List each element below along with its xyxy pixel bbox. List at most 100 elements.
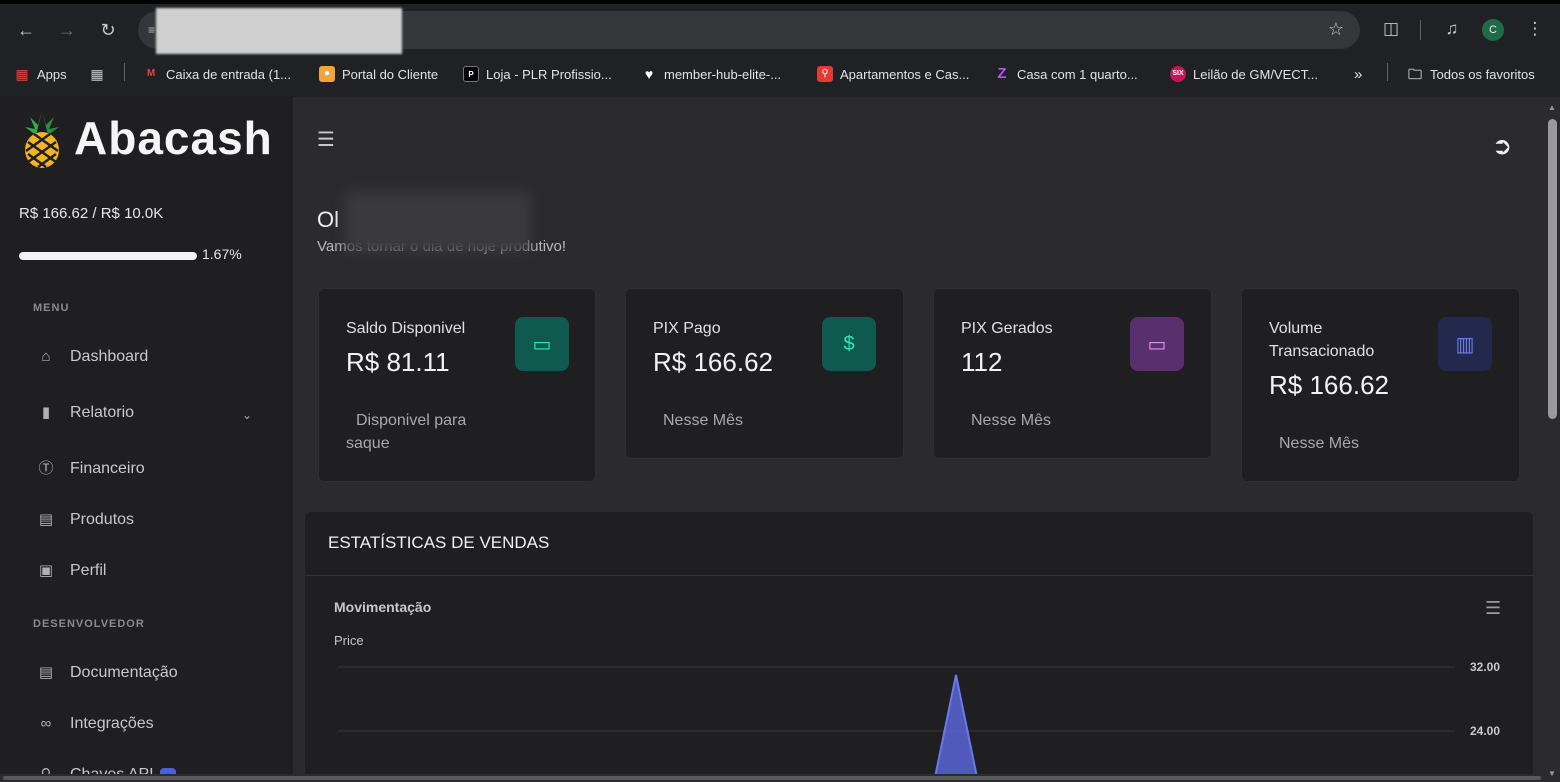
horizontal-scrollbar[interactable]	[0, 774, 1545, 782]
address-bar[interactable]: ≡ ☆	[138, 8, 1360, 54]
card-pix-gerados: PIX Gerados 112 Nesse Mês ▭	[933, 288, 1212, 459]
bookmark-star-icon[interactable]: ☆	[1328, 19, 1344, 40]
redacted-username	[345, 192, 530, 252]
section-menu-label: MENU	[33, 302, 70, 314]
sidebar-item-relatorio[interactable]: ▮ Relatorio	[36, 403, 134, 423]
sidebar-item-perfil[interactable]: ▣ Perfil	[36, 561, 107, 581]
sidebar-item-integracoes[interactable]: ∞ Integrações	[36, 714, 154, 734]
key-icon: ⚲	[817, 66, 833, 82]
bookmark-label: Apartamentos e Cas...	[840, 66, 970, 82]
all-favorites-button[interactable]: 🗀 Todos os favoritos	[1407, 64, 1535, 84]
scroll-down-icon[interactable]: ▼	[1548, 769, 1556, 778]
redacted-url	[156, 8, 402, 54]
media-control-icon[interactable]: ♫	[1440, 17, 1464, 41]
forward-icon[interactable]: →	[54, 17, 80, 43]
bookmark-apps[interactable]: ▦ Apps	[14, 64, 66, 84]
card-value: R$ 81.11	[346, 347, 450, 377]
limit-progress-label: 1.67%	[202, 246, 242, 262]
reload-icon[interactable]: ↻	[95, 17, 121, 43]
chart-area-peak[interactable]	[932, 674, 980, 782]
bookmark-casa[interactable]: Z Casa com 1 quarto...	[994, 64, 1138, 84]
sidebar-item-documentacao[interactable]: ▤ Documentação	[36, 663, 178, 683]
card-subtitle: Nesse Mês	[971, 412, 1052, 429]
scroll-up-icon[interactable]: ▲	[1548, 103, 1556, 112]
horizontal-scroll-thumb[interactable]	[3, 776, 1541, 780]
vertical-scrollbar[interactable]: ▲ ▼	[1545, 97, 1560, 782]
loja-icon: P	[463, 66, 479, 82]
bookmark-separator	[124, 63, 125, 81]
bookmark-app-grid[interactable]: ▦	[89, 64, 112, 84]
dollar-icon: Ⓣ	[38, 460, 54, 477]
heart-icon: ♥	[644, 66, 654, 82]
profile-avatar[interactable]: C	[1482, 19, 1504, 41]
wallet-icon: ▭	[1130, 317, 1184, 371]
chart-y-tick-label: 32.00	[1470, 660, 1500, 674]
more-bookmarks-button[interactable]: »	[1354, 64, 1362, 84]
profile-icon: ▣	[38, 562, 54, 579]
chart-icon: ▮	[41, 404, 51, 421]
card-title: Saldo Disponivel	[346, 320, 466, 337]
bookmark-label: Caixa de entrada (1...	[166, 66, 292, 82]
gmail-icon: M	[146, 68, 156, 79]
sidebar-item-financeiro[interactable]: Ⓣ Financeiro	[36, 459, 145, 479]
sidebar-item-label: Perfil	[70, 562, 107, 579]
card-subtitle: Nesse Mês	[663, 412, 744, 429]
chart-title: Movimentação	[334, 599, 432, 615]
leilao-icon: SIX	[1170, 66, 1186, 82]
brand-name: Abacash	[74, 112, 273, 164]
pineapple-icon	[25, 111, 59, 169]
grid-icon: ▦	[90, 66, 104, 82]
back-icon[interactable]: ←	[13, 17, 39, 43]
bookmark-label: Leilão de GM/VECT...	[1193, 66, 1318, 82]
sidebar-item-label: Dashboard	[70, 348, 149, 365]
all-favorites-label: Todos os favoritos	[1430, 66, 1535, 82]
bookmark-member-hub[interactable]: ♥ member-hub-elite-...	[641, 64, 781, 84]
card-title: PIX Pago	[653, 320, 721, 337]
bookmark-gmail[interactable]: M Caixa de entrada (1...	[143, 64, 291, 84]
sidebar-item-label: Relatorio	[70, 404, 135, 421]
folder-icon: 🗀	[1408, 66, 1422, 82]
bookmarks-bar: ▦ Apps ▦ M Caixa de entrada (1... ● Port…	[0, 58, 1560, 88]
chart-y-tick-label: 24.00	[1470, 724, 1500, 738]
limit-progress-bar	[19, 252, 197, 260]
portal-icon: ●	[319, 66, 335, 82]
zap-icon: Z	[997, 65, 1007, 82]
card-value: R$ 166.62	[1269, 370, 1389, 400]
card-volume-transacionado: Volume Transacionado R$ 166.62 Nesse Mês…	[1241, 288, 1520, 482]
greeting-title: Ol	[317, 207, 339, 232]
apps-grid-icon: ▦	[15, 66, 29, 82]
stats-title: ESTATÍSTICAS DE VENDAS	[328, 533, 550, 552]
top-border	[0, 0, 1560, 4]
sidebar-item-label: Produtos	[70, 511, 135, 528]
bookmark-separator	[1387, 63, 1388, 81]
sidebar-item-label: Financeiro	[70, 460, 145, 477]
chevron-down-icon[interactable]: ⌄	[242, 408, 252, 422]
product-icon: ▤	[38, 511, 54, 528]
sidebar-item-produtos[interactable]: ▤ Produtos	[36, 510, 134, 530]
balance-limit-text: R$ 166.62 / R$ 10.0K	[19, 205, 164, 222]
dollar-icon: $	[822, 317, 876, 371]
menu-toggle-icon[interactable]: ☰	[317, 127, 335, 152]
extensions-icon[interactable]: ◫	[1379, 17, 1403, 41]
bookmark-apartamentos[interactable]: ⚲ Apartamentos e Cas...	[817, 64, 969, 84]
card-saldo-disponivel: Saldo Disponivel R$ 81.11 Disponivel par…	[318, 288, 596, 482]
chart-menu-icon[interactable]: ☰	[1485, 598, 1501, 619]
browser-menu-icon[interactable]: ⋮	[1523, 17, 1547, 41]
card-pix-pago: PIX Pago R$ 166.62 Nesse Mês $	[625, 288, 904, 459]
card-subtitle: Nesse Mês	[1279, 435, 1360, 452]
wallet-icon: ▭	[515, 317, 569, 371]
bookmark-portal[interactable]: ● Portal do Cliente	[319, 64, 438, 84]
bookmark-loja[interactable]: P Loja - PLR Profissio...	[463, 64, 612, 84]
sidebar-item-dashboard[interactable]: ⌂ Dashboard	[36, 347, 148, 367]
limit-progress-fill	[19, 252, 197, 260]
card-value: R$ 166.62	[653, 347, 773, 377]
brand-logo[interactable]: Abacash	[20, 107, 273, 169]
logout-icon[interactable]: ➲	[1492, 132, 1512, 161]
bar-chart-icon: ▥	[1438, 317, 1492, 371]
sales-statistics-panel: ESTATÍSTICAS DE VENDAS Movimentação Pric…	[305, 512, 1533, 782]
bookmark-label: Casa com 1 quarto...	[1017, 66, 1138, 82]
main-content: ☰ ➲ Ol Vamos tornar o dia de hoje produt…	[293, 97, 1545, 782]
bookmark-leilao[interactable]: SIX Leilão de GM/VECT...	[1170, 64, 1318, 84]
scroll-thumb[interactable]	[1548, 119, 1557, 419]
integration-icon: ∞	[40, 715, 52, 732]
